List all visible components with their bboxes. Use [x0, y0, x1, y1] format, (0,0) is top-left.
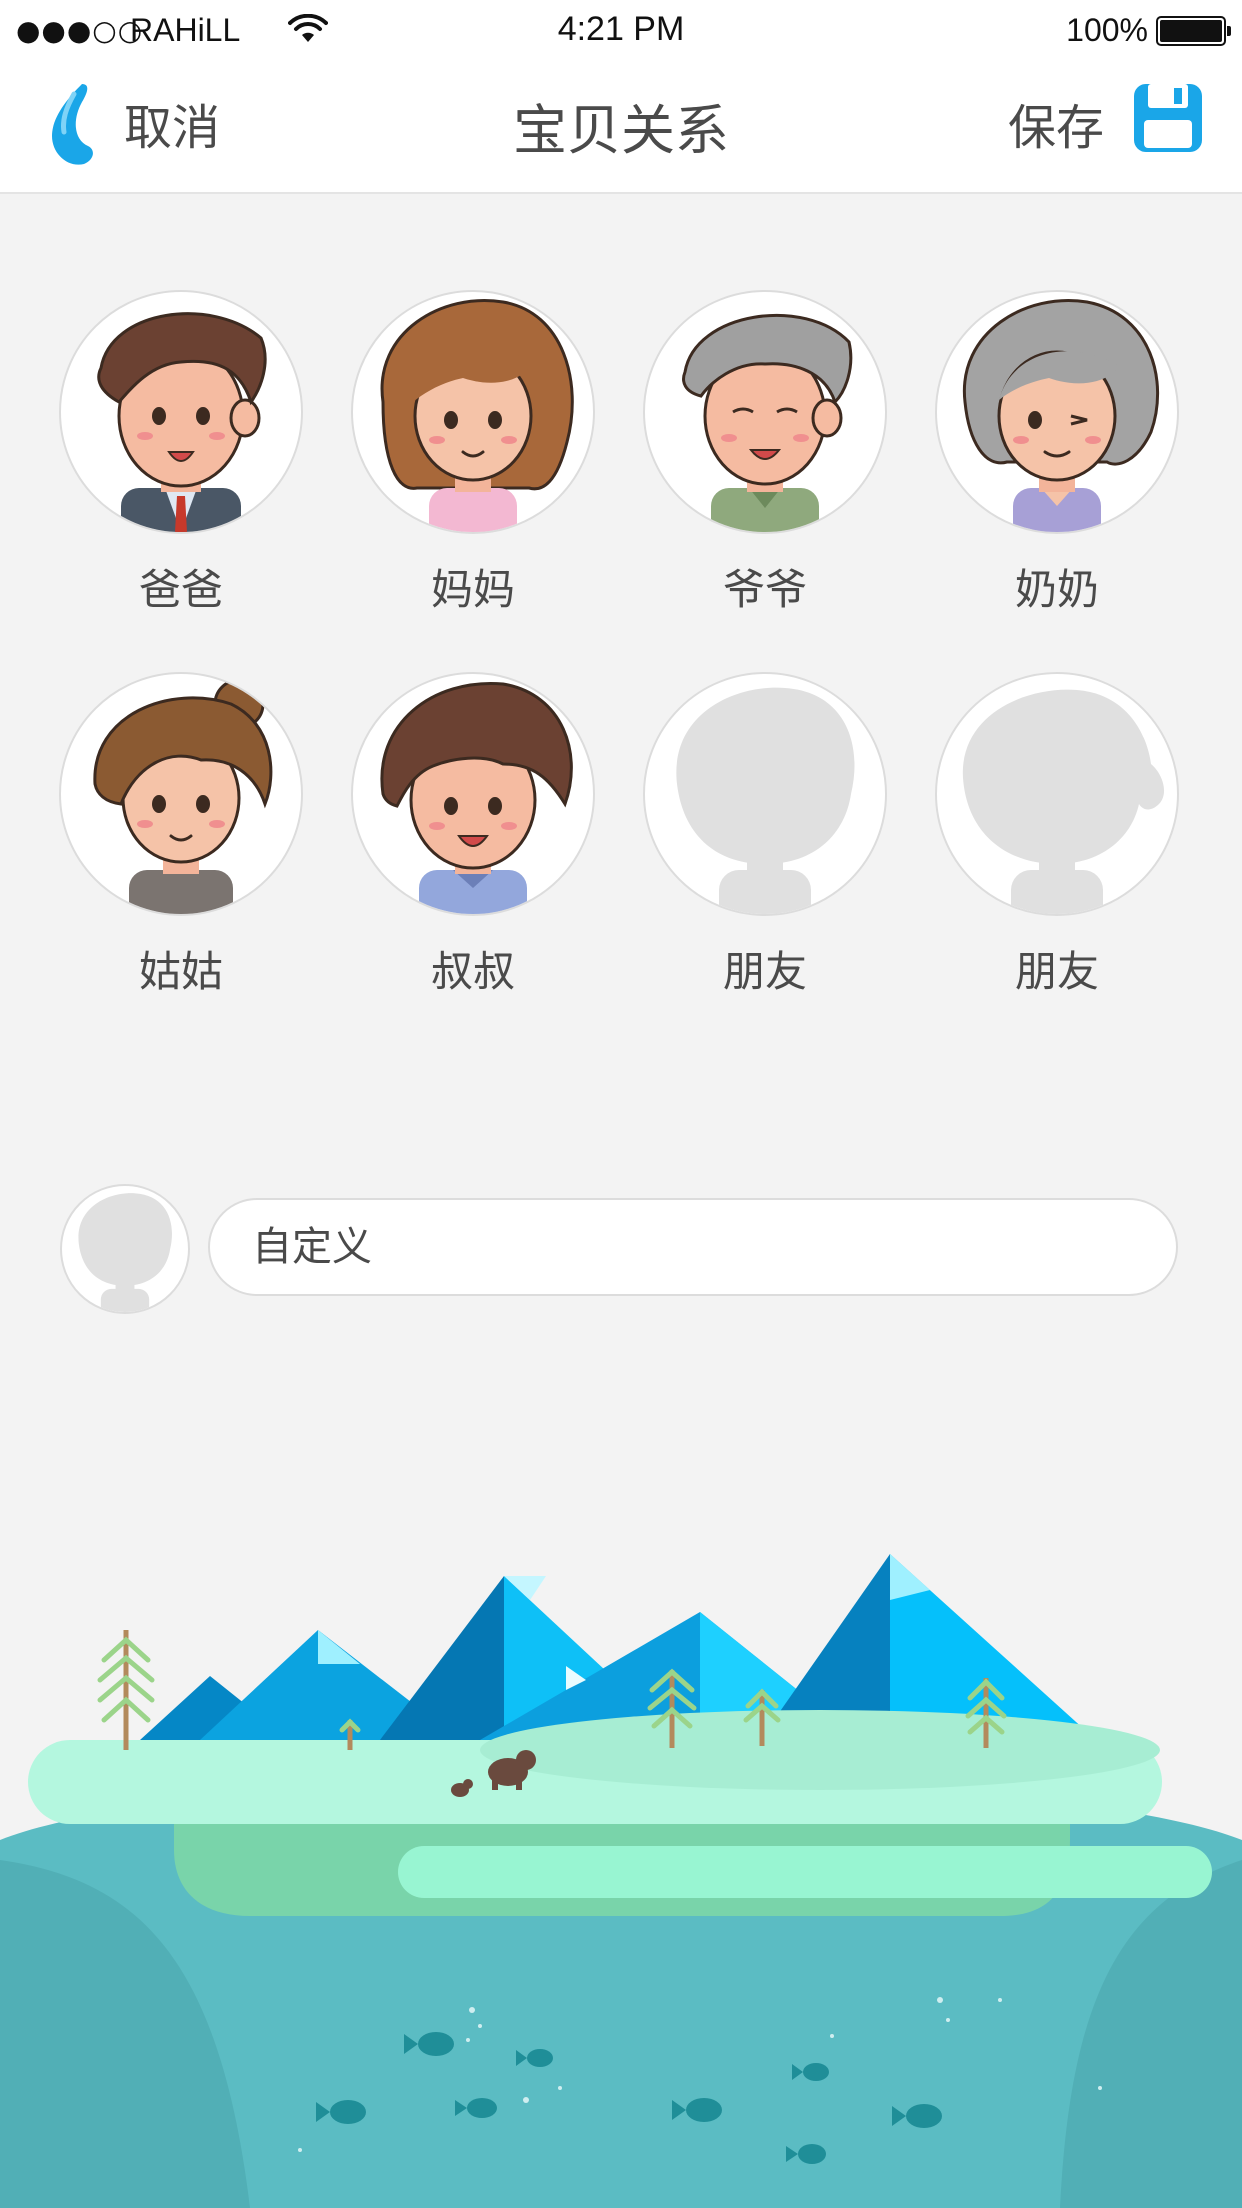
- relation-label: 爷爷: [722, 565, 807, 614]
- relation-row: 姑姑 叔叔 朋友 朋友: [0, 672, 1242, 1032]
- navigation-bar: 取消 宝贝关系 保存: [0, 60, 1242, 194]
- relation-friend-male[interactable]: 朋友: [640, 672, 890, 999]
- friend-female-silhouette: [935, 672, 1179, 916]
- relation-label: 朋友: [1014, 947, 1099, 996]
- battery-percent: 100%: [1066, 12, 1148, 48]
- save-disk-icon[interactable]: [1132, 82, 1204, 154]
- dad-avatar: [59, 290, 303, 534]
- mom-avatar: [351, 290, 595, 534]
- grandpa-avatar: [643, 290, 887, 534]
- user-silhouette-icon: [78, 1193, 172, 1312]
- save-button[interactable]: 保存: [1008, 88, 1104, 158]
- relation-friend-female[interactable]: 朋友: [932, 672, 1182, 999]
- relation-label: 朋友: [722, 947, 807, 996]
- uncle-avatar: [351, 672, 595, 916]
- relation-aunt[interactable]: 姑姑: [56, 672, 306, 999]
- relation-grandpa[interactable]: 爷爷: [640, 290, 890, 617]
- relation-mom[interactable]: 妈妈: [348, 290, 598, 617]
- relation-grandma[interactable]: 奶奶: [932, 290, 1182, 617]
- friend-male-silhouette: [643, 672, 887, 916]
- battery-icon: [1156, 16, 1231, 46]
- clock: 4:21 PM: [557, 10, 685, 48]
- custom-avatar: [60, 1184, 190, 1314]
- relation-label: 爸爸: [138, 565, 223, 614]
- grandma-avatar: [935, 290, 1179, 534]
- status-bar: ●●●○○ RAHiLL 4:21 PM 100%: [0, 0, 1242, 60]
- relation-label: 姑姑: [138, 947, 223, 996]
- relation-label: 奶奶: [1014, 565, 1099, 614]
- relation-label: 妈妈: [430, 565, 515, 614]
- relation-row: 爸爸 妈妈 爷爷 奶奶: [0, 290, 1242, 650]
- relation-uncle[interactable]: 叔叔: [348, 672, 598, 999]
- custom-relation-input[interactable]: [208, 1198, 1178, 1296]
- relation-dad[interactable]: 爸爸: [56, 290, 306, 617]
- relation-label: 叔叔: [430, 947, 515, 996]
- aunt-avatar: [59, 672, 303, 916]
- landscape-illustration: [0, 1554, 1242, 2208]
